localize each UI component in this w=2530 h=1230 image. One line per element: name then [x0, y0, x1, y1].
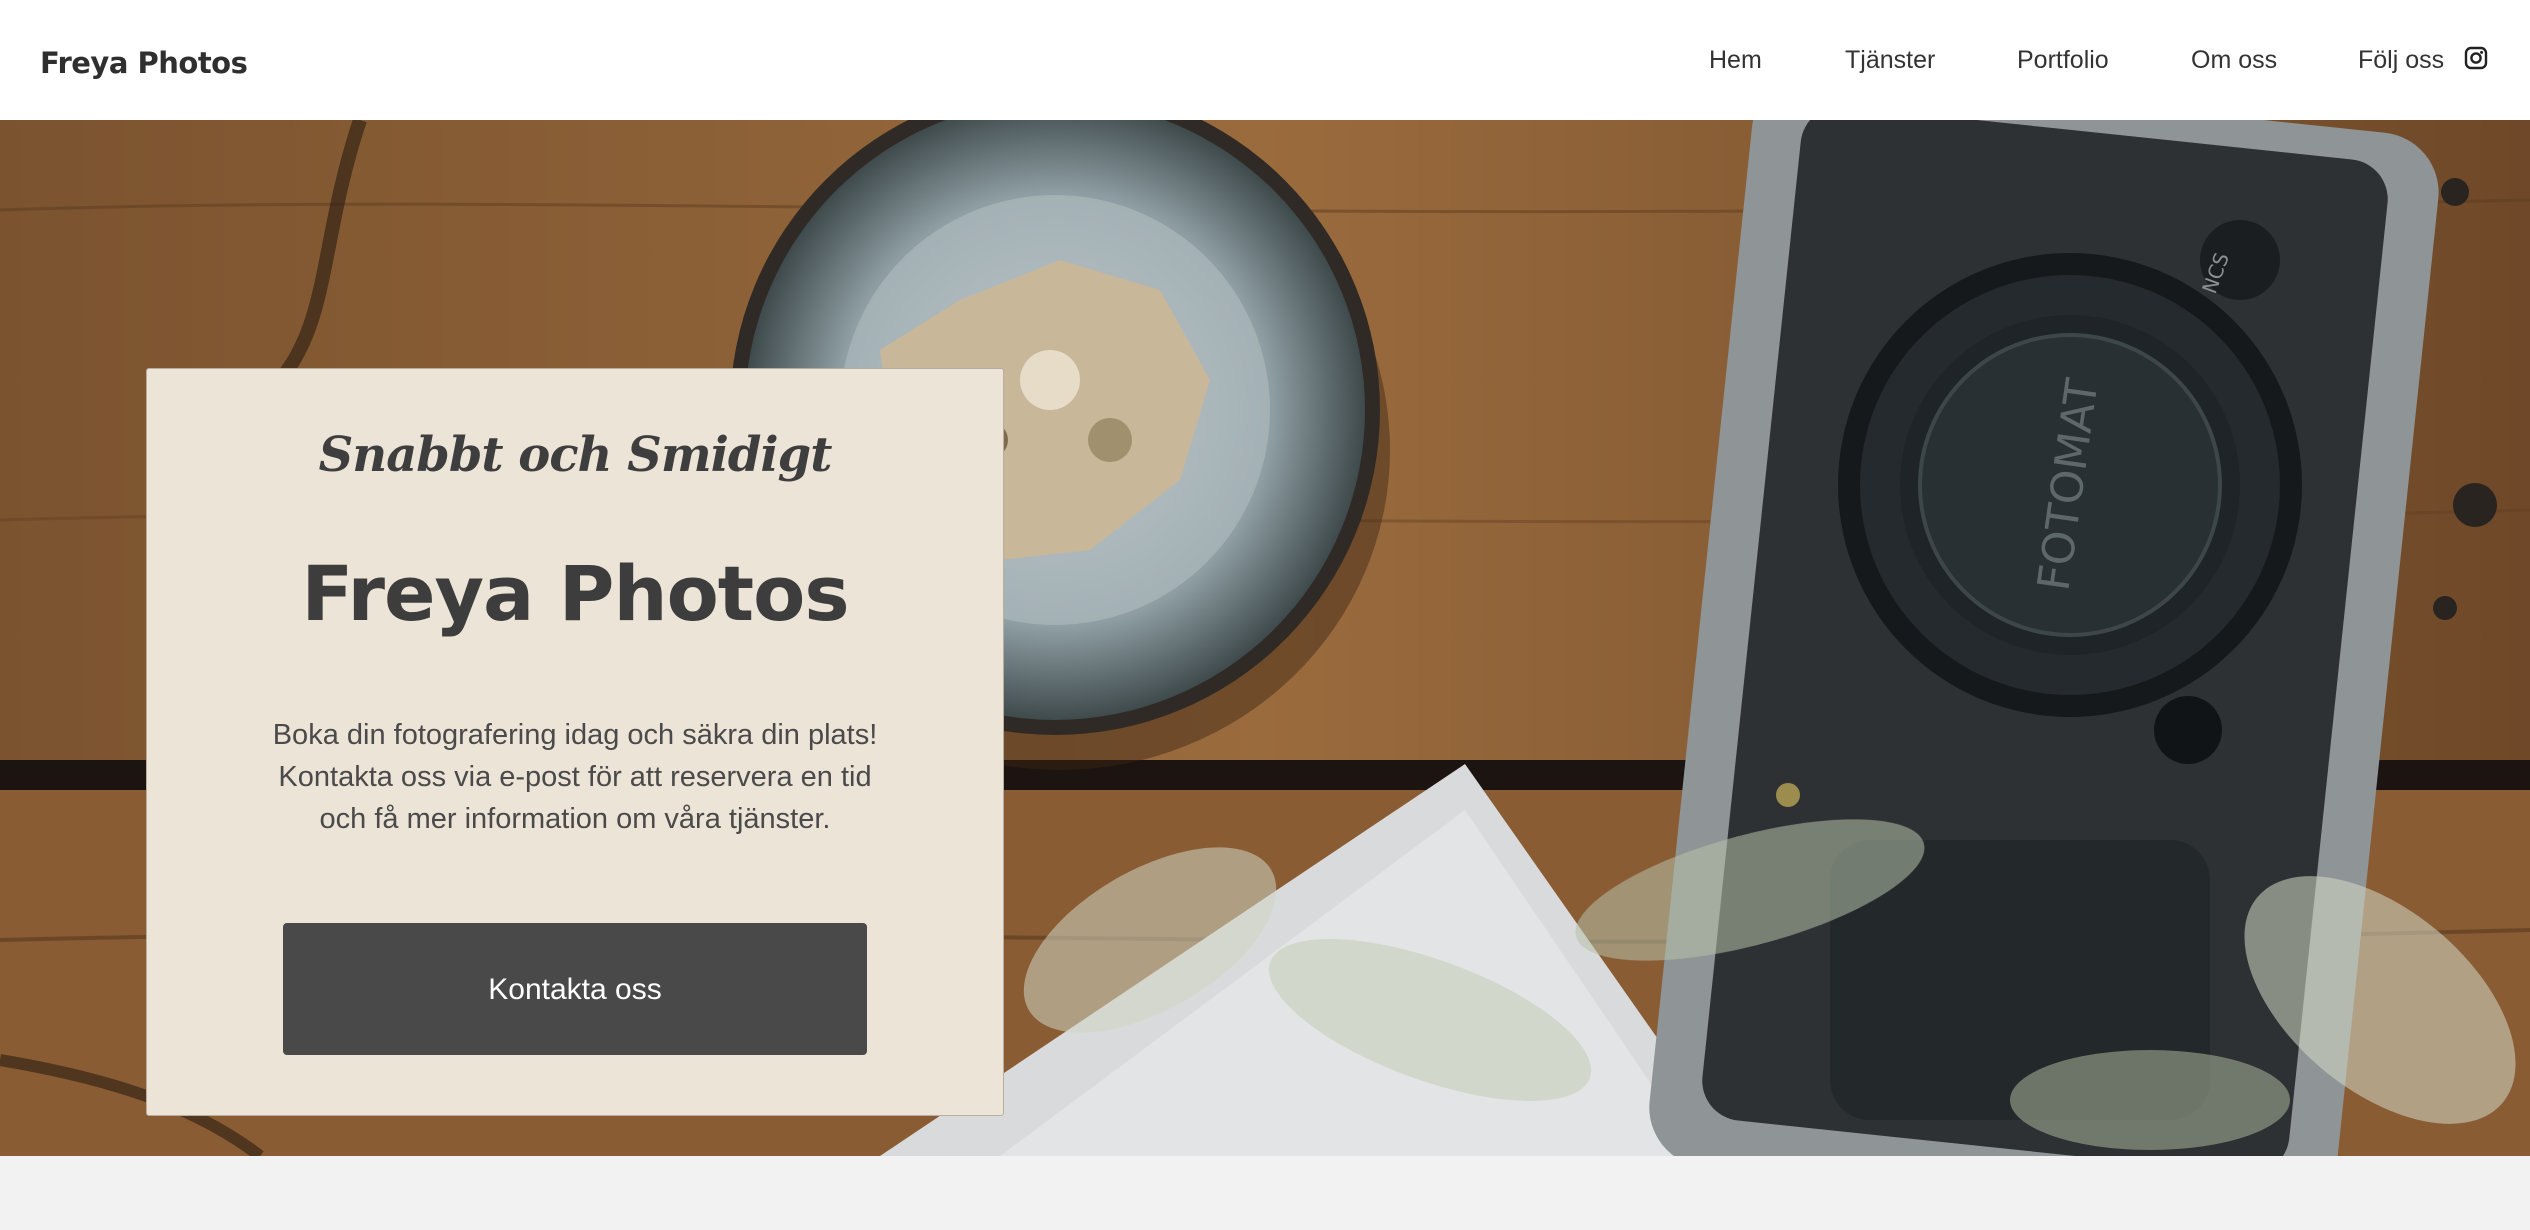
nav-follow-label: Följ oss	[2358, 46, 2445, 74]
hero-title: Freya Photos	[301, 549, 849, 638]
instagram-icon[interactable]	[2464, 46, 2488, 70]
nav-link-services[interactable]: Tjänster	[1845, 46, 1935, 75]
nav-link-home[interactable]: Hem	[1709, 46, 1762, 75]
hero-card: Snabbt och Smidigt Freya Photos Boka din…	[146, 368, 1004, 1116]
contact-button[interactable]: Kontakta oss	[283, 923, 867, 1055]
next-section	[0, 1156, 2530, 1230]
nav-link-portfolio[interactable]: Portfolio	[2017, 46, 2109, 75]
hero-tagline: Snabbt och Smidigt	[318, 427, 833, 483]
site-header: Freya Photos Hem Tjänster Portfolio Om o…	[0, 0, 2530, 120]
hero-description: Boka din fotografering idag och säkra di…	[272, 719, 878, 835]
main-nav: Hem Tjänster Portfolio Om oss Följ oss	[0, 46, 2530, 86]
nav-link-about[interactable]: Om oss	[2191, 46, 2277, 75]
